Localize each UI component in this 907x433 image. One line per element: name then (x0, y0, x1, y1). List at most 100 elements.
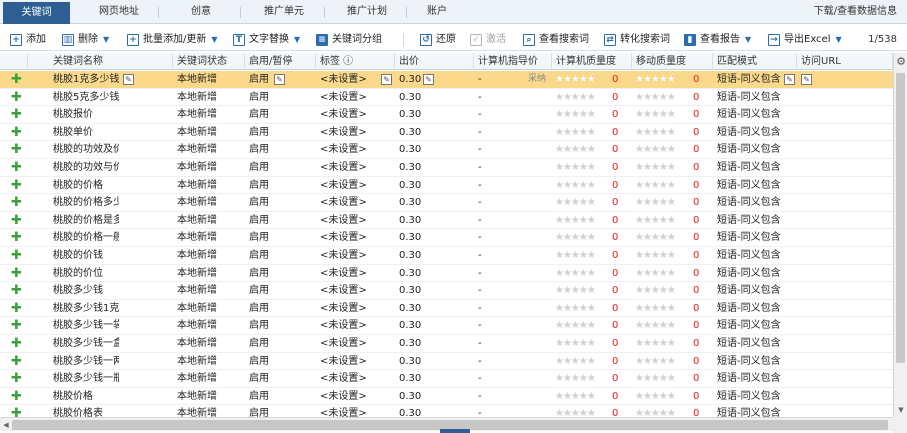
keyword-name[interactable]: 桃胶多少钱一袋 (49, 317, 119, 334)
delete-button[interactable]: ▥ 删除 ▼ (62, 31, 109, 49)
vertical-scroll-thumb[interactable] (896, 73, 905, 363)
plus-icon[interactable]: ✚ (11, 231, 22, 244)
keyword-name[interactable]: 桃胶的价格一般是多少 (49, 229, 119, 246)
table-row[interactable]: ✚ 桃胶多少钱 本地新增 启用 <未设置> 0.30 - ★★★★★ 0 ★★★★★ 0 短语-同义包… (0, 282, 893, 300)
chevron-down-icon[interactable]: ▼ (745, 31, 751, 49)
tag-value[interactable]: <未设置> (316, 370, 376, 387)
enabled-status[interactable]: 启用 (245, 177, 275, 194)
plus-icon[interactable]: ✚ (11, 407, 22, 417)
match-mode[interactable]: 短语-同义包含 (713, 89, 783, 106)
match-mode[interactable]: 短语-同义包含 (713, 265, 783, 282)
enabled-status[interactable]: 启用 (245, 159, 275, 176)
match-mode[interactable]: 短语-同义包含 (713, 212, 783, 229)
activate-button[interactable]: ✓ 激活 (470, 31, 506, 49)
header-enabled[interactable]: 启用/暂停 (245, 53, 316, 70)
pencil-icon[interactable]: ✎ (423, 74, 434, 85)
enabled-status[interactable]: 启用 (245, 89, 275, 106)
keyword-name[interactable]: 桃胶5克多少钱 (49, 89, 119, 106)
table-row[interactable]: ✚ 桃胶单价 本地新增 启用 <未设置> 0.30 - ★★★★★ 0 ★★★★★ 0 短语-同义包含 (0, 124, 893, 142)
table-row[interactable]: ✚ 桃胶多少钱一两 本地新增 启用 <未设置> 0.30 - ★★★★★ 0 ★★★★★ 0 短语-同… (0, 353, 893, 371)
keyword-name[interactable]: 桃胶多少钱一盒 (49, 335, 119, 352)
header-keyword-name[interactable]: 关键词名称 (49, 53, 173, 70)
gear-icon[interactable]: ⚙ (895, 55, 907, 69)
bid-value[interactable]: 0.30 (395, 370, 425, 387)
tag-value[interactable]: <未设置> (316, 353, 376, 370)
view-search-terms-button[interactable]: ⌕ 查看搜索词 (523, 31, 589, 49)
plus-icon[interactable]: ✚ (11, 126, 22, 139)
table-row[interactable]: ✚ 桃胶的功效与价格 本地新增 启用 <未设置> 0.30 - ★★★★★ 0 ★★★★★ 0 短语-… (0, 159, 893, 177)
tag-value[interactable]: <未设置> (316, 388, 376, 405)
tag-value[interactable]: <未设置> (316, 405, 376, 417)
keyword-name[interactable]: 桃胶多少钱1克 (49, 300, 119, 317)
enabled-status[interactable]: 启用 (245, 282, 275, 299)
enabled-status[interactable]: 启用 (245, 353, 275, 370)
table-row[interactable]: ✚ 桃胶的价格多少一两 本地新增 启用 <未设置> 0.30 - ★★★★★ 0 ★★★★★ 0 短语… (0, 194, 893, 212)
table-row[interactable]: ✚ 桃胶的价格是多少 本地新增 启用 <未设置> 0.30 - ★★★★★ 0 ★★★★★ 0 短语-… (0, 212, 893, 230)
bid-value[interactable]: 0.30 (395, 335, 425, 352)
adopt-link[interactable]: 采纳 (528, 71, 546, 88)
tag-value[interactable]: <未设置> (316, 300, 376, 317)
plus-icon[interactable]: ✚ (11, 143, 22, 156)
bid-value[interactable]: 0.30 (395, 177, 425, 194)
match-mode[interactable]: 短语-同义包含 (713, 229, 783, 246)
tag-value[interactable]: <未设置> (316, 282, 376, 299)
pencil-icon[interactable]: ✎ (274, 74, 285, 85)
bid-value[interactable]: 0.30 (395, 124, 425, 141)
tag-value[interactable]: <未设置> (316, 89, 376, 106)
table-row[interactable]: ✚ 桃胶5克多少钱 本地新增 启用 <未设置> 0.30 - ★★★★★ 0 ★★★★★ 0 短语-同… (0, 89, 893, 107)
pencil-icon[interactable]: ✎ (381, 74, 392, 85)
match-mode[interactable]: 短语-同义包含 (713, 282, 783, 299)
enabled-status[interactable]: 启用 (245, 247, 275, 264)
keyword-name[interactable]: 桃胶多少钱一瓶 (49, 370, 119, 387)
keyword-name[interactable]: 桃胶价格 (49, 388, 119, 405)
bid-value[interactable]: 0.30 (395, 300, 425, 317)
enabled-status[interactable]: 启用 (245, 370, 275, 387)
enabled-status[interactable]: 启用 (245, 405, 275, 417)
plus-icon[interactable]: ✚ (11, 372, 22, 385)
keyword-name[interactable]: 桃胶的价格多少一两 (49, 194, 119, 211)
keyword-name[interactable]: 桃胶的价钱 (49, 247, 119, 264)
enabled-status[interactable]: 启用 (245, 335, 275, 352)
plus-icon[interactable]: ✚ (11, 337, 22, 350)
header-keyword-status[interactable]: 关键词状态 (173, 53, 245, 70)
table-row[interactable]: ✚ 桃胶多少钱一盒 本地新增 启用 <未设置> 0.30 - ★★★★★ 0 ★★★★★ 0 短语-同… (0, 335, 893, 353)
bid-value[interactable]: 0.30 (395, 265, 425, 282)
header-bid[interactable]: 出价 (395, 53, 474, 70)
text-replace-button[interactable]: T 文字替换 ▼ (233, 31, 300, 49)
bid-value[interactable]: 0.30 (395, 405, 425, 417)
table-row[interactable]: ✚ 桃胶多少钱一袋 本地新增 启用 <未设置> 0.30 - ★★★★★ 0 ★★★★★ 0 短语-同… (0, 317, 893, 335)
plus-icon[interactable]: ✚ (11, 161, 22, 174)
bid-value[interactable]: 0.30 (395, 388, 425, 405)
chevron-down-icon[interactable]: ▼ (836, 31, 842, 49)
chevron-down-icon[interactable]: ▼ (294, 31, 300, 49)
keyword-name[interactable]: 桃胶的功效与价格 (49, 159, 119, 176)
bid-value[interactable]: 0.30 (395, 159, 425, 176)
plus-icon[interactable]: ✚ (11, 91, 22, 104)
plus-icon[interactable]: ✚ (11, 108, 22, 121)
enabled-status[interactable]: 启用 (245, 300, 275, 317)
tab-urls[interactable]: 网页地址 (82, 0, 156, 24)
plus-icon[interactable]: ✚ (11, 249, 22, 262)
table-row[interactable]: ✚ 桃胶价格表 本地新增 启用 <未设置> 0.30 - ★★★★★ 0 ★★★★★ 0 短语-同义包… (0, 405, 893, 417)
tab-creatives[interactable]: 创意 (166, 0, 236, 24)
match-mode[interactable]: 短语-同义包含 (713, 317, 783, 334)
enabled-status[interactable]: 启用 (245, 229, 275, 246)
keyword-name[interactable]: 桃胶的功效及价格 (49, 141, 119, 158)
match-mode[interactable]: 短语-同义包含 (713, 141, 783, 158)
enabled-status[interactable]: 启用 (245, 388, 275, 405)
keyword-group-button[interactable]: ≡ 关键词分组 (316, 31, 382, 49)
header-visit-url[interactable]: 访问URL (797, 53, 893, 70)
bid-value[interactable]: 0.30 (395, 282, 425, 299)
table-row[interactable]: ✚ 桃胶的价钱 本地新增 启用 <未设置> 0.30 - ★★★★★ 0 ★★★★★ 0 短语-同义包… (0, 247, 893, 265)
match-mode[interactable]: 短语-同义包含 (713, 370, 783, 387)
bid-value[interactable]: 0.30 (395, 194, 425, 211)
tab-account[interactable]: 账户 (412, 0, 462, 24)
bottom-panel-handle[interactable] (440, 429, 470, 433)
keyword-name[interactable]: 桃胶单价 (49, 124, 119, 141)
download-data-link[interactable]: 下载/查看数据信息 (814, 0, 897, 24)
table-row[interactable]: ✚ 桃胶价格 本地新增 启用 <未设置> 0.30 - ★★★★★ 0 ★★★★★ 0 短语-同义包含 (0, 388, 893, 406)
bid-value[interactable]: 0.30 (395, 71, 425, 88)
enabled-status[interactable]: 启用 (245, 124, 275, 141)
tag-value[interactable]: <未设置> (316, 141, 376, 158)
view-report-button[interactable]: ▮ 查看报告 ▼ (684, 31, 751, 49)
